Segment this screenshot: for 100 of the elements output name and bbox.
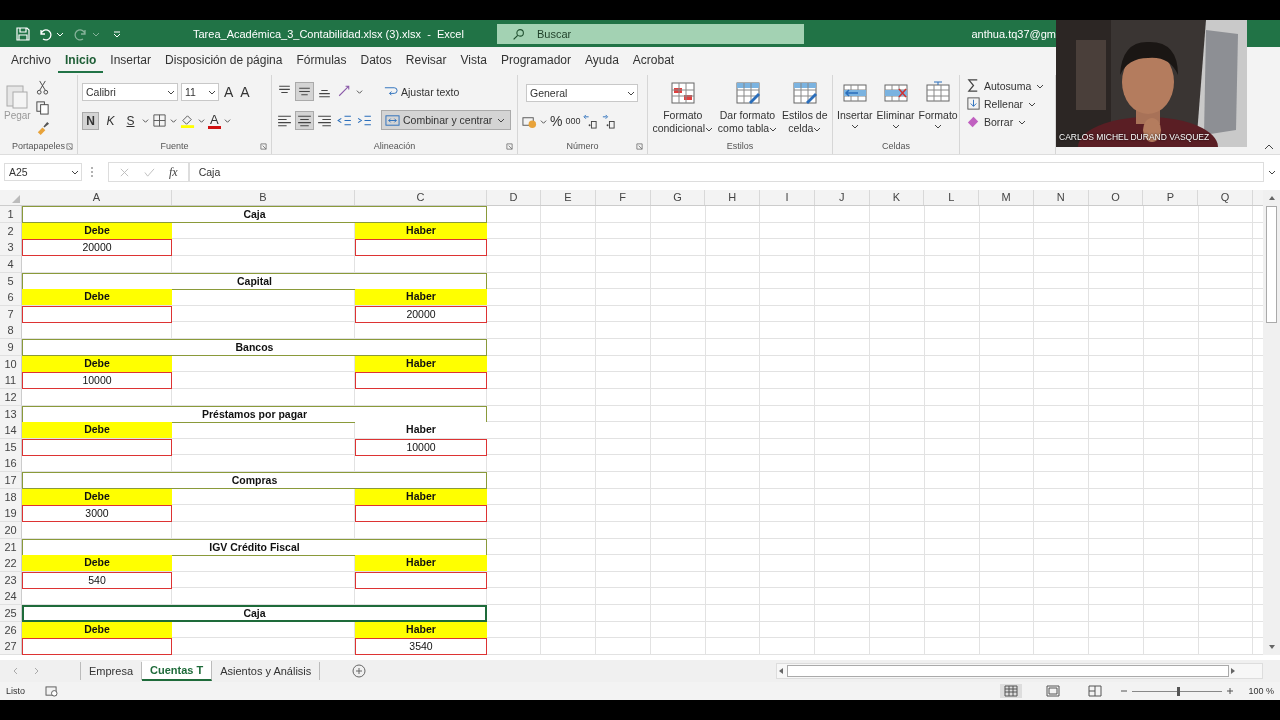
sheet-tab[interactable]: Asientos y Análisis (212, 662, 321, 680)
row-header[interactable]: 8 (0, 322, 22, 340)
copy-icon[interactable] (34, 100, 50, 115)
ribbon-tab[interactable]: Acrobat (625, 49, 682, 73)
sheet-tab[interactable]: Cuentas T (142, 661, 213, 681)
increase-decimal-icon[interactable] (583, 113, 599, 129)
zoom-out-icon[interactable] (1120, 687, 1129, 695)
formula-field[interactable]: Caja (188, 162, 1264, 182)
column-header[interactable]: M (979, 190, 1034, 205)
caret-icon[interactable] (170, 117, 177, 125)
scroll-down-icon[interactable] (1267, 643, 1276, 651)
column-header[interactable]: F (595, 190, 651, 205)
row-header[interactable]: 1 (0, 206, 22, 223)
zoom-level[interactable]: 100 % (1248, 686, 1274, 696)
shrink-font-button[interactable]: A (238, 84, 252, 101)
caret-icon[interactable] (142, 117, 149, 125)
ribbon-tab[interactable]: Revisar (398, 49, 454, 73)
row-header[interactable]: 27 (0, 638, 22, 655)
caret-icon[interactable] (540, 117, 547, 125)
launcher-icon[interactable] (506, 143, 513, 150)
scissors-icon[interactable] (34, 80, 50, 95)
editing-button[interactable]: Rellenar (966, 96, 1049, 111)
ribbon-tab[interactable]: Fórmulas (289, 49, 354, 73)
number-format-field[interactable]: General (526, 83, 638, 102)
column-header[interactable]: B (172, 190, 355, 205)
insert-function-button[interactable]: fx (169, 164, 178, 180)
launcher-icon[interactable] (260, 143, 267, 150)
font-size-field[interactable]: 11 (181, 83, 219, 102)
underline-button[interactable]: S (122, 111, 139, 130)
caret-icon[interactable] (198, 117, 205, 125)
font-color-button[interactable]: A (208, 112, 221, 129)
scroll-thumb[interactable] (787, 665, 1229, 677)
row-header[interactable]: 9 (0, 339, 22, 356)
check-icon[interactable] (144, 166, 155, 178)
vertical-scrollbar[interactable] (1263, 190, 1280, 655)
ribbon-tab[interactable]: Disposición de página (158, 49, 290, 73)
decrease-decimal-icon[interactable] (601, 113, 617, 129)
ribbon-tab[interactable]: Vista (453, 49, 494, 73)
ribbon-tab[interactable]: Ayuda (578, 49, 626, 73)
search-field[interactable]: Buscar (497, 23, 804, 44)
column-header[interactable]: I (760, 190, 815, 205)
row-header[interactable]: 17 (0, 472, 22, 489)
account-name[interactable]: anthua.tq37@gm (971, 27, 1056, 40)
style-button[interactable]: Estilos de celda (782, 78, 828, 135)
row-header[interactable]: 22 (0, 555, 22, 573)
percent-button[interactable]: % (550, 113, 563, 130)
column-header[interactable]: E (541, 190, 596, 205)
zoom-slider-thumb[interactable] (1177, 686, 1181, 696)
name-box[interactable]: A25 (4, 163, 82, 181)
style-button[interactable]: Formato condicional (652, 78, 713, 135)
horizontal-scrollbar[interactable] (776, 663, 1263, 679)
wrap-text-button[interactable]: Ajustar texto (380, 82, 463, 101)
caret-icon[interactable] (223, 117, 231, 125)
row-header[interactable]: 19 (0, 505, 22, 523)
column-header[interactable]: L (924, 190, 980, 205)
scroll-thumb[interactable] (1266, 206, 1277, 323)
column-header[interactable]: Q (1198, 190, 1253, 205)
add-sheet-icon[interactable] (352, 664, 367, 678)
bold-button[interactable]: N (82, 111, 99, 130)
cells-button[interactable]: Insertar (837, 78, 873, 130)
macro-record-icon[interactable] (45, 685, 58, 697)
cells-button[interactable]: Formato (918, 78, 958, 130)
merge-center-button[interactable]: Combinar y centrar (381, 110, 512, 131)
ribbon-tab[interactable]: Programador (494, 49, 579, 73)
column-header[interactable]: P (1143, 190, 1199, 205)
font-field[interactable]: Calibri (82, 83, 178, 102)
grow-font-button[interactable]: A (222, 84, 236, 101)
row-header[interactable]: 14 (0, 422, 22, 440)
column-header[interactable]: N (1033, 190, 1089, 205)
row-header[interactable]: 3 (0, 239, 22, 257)
save-icon[interactable] (15, 25, 31, 42)
ribbon-tab[interactable]: Insertar (103, 49, 159, 73)
row-header[interactable]: 6 (0, 289, 22, 307)
zoom-in-icon[interactable] (1226, 687, 1235, 695)
scroll-up-icon[interactable] (1267, 194, 1276, 202)
row-header[interactable]: 24 (0, 588, 22, 606)
column-header[interactable]: C (355, 190, 487, 205)
collapse-ribbon-icon[interactable] (1264, 142, 1274, 152)
normal-view-icon[interactable] (1000, 684, 1023, 698)
fill-color-icon[interactable] (180, 113, 195, 129)
caret-icon[interactable] (356, 88, 363, 96)
column-header[interactable]: K (869, 190, 925, 205)
ribbon-tab[interactable]: Inicio (58, 49, 104, 73)
row-header[interactable]: 16 (0, 455, 22, 473)
launcher-icon[interactable] (66, 143, 73, 150)
italic-button[interactable]: K (102, 111, 119, 130)
borders-icon[interactable] (152, 113, 167, 129)
expand-icon[interactable] (1268, 168, 1276, 176)
column-header[interactable]: D (487, 190, 541, 205)
ribbon-tab[interactable]: Archivo (4, 49, 58, 73)
row-header[interactable]: 11 (0, 372, 22, 390)
row-header[interactable]: 25 (0, 605, 22, 622)
column-header[interactable]: J (814, 190, 870, 205)
align-center-icon[interactable] (296, 111, 313, 129)
editing-button[interactable]: Autosuma (966, 78, 1049, 93)
column-header[interactable]: O (1088, 190, 1144, 205)
column-header[interactable]: H (705, 190, 761, 205)
scroll-left-icon[interactable] (777, 667, 785, 675)
launcher-icon[interactable] (636, 143, 643, 150)
align-middle-icon[interactable] (296, 83, 313, 101)
